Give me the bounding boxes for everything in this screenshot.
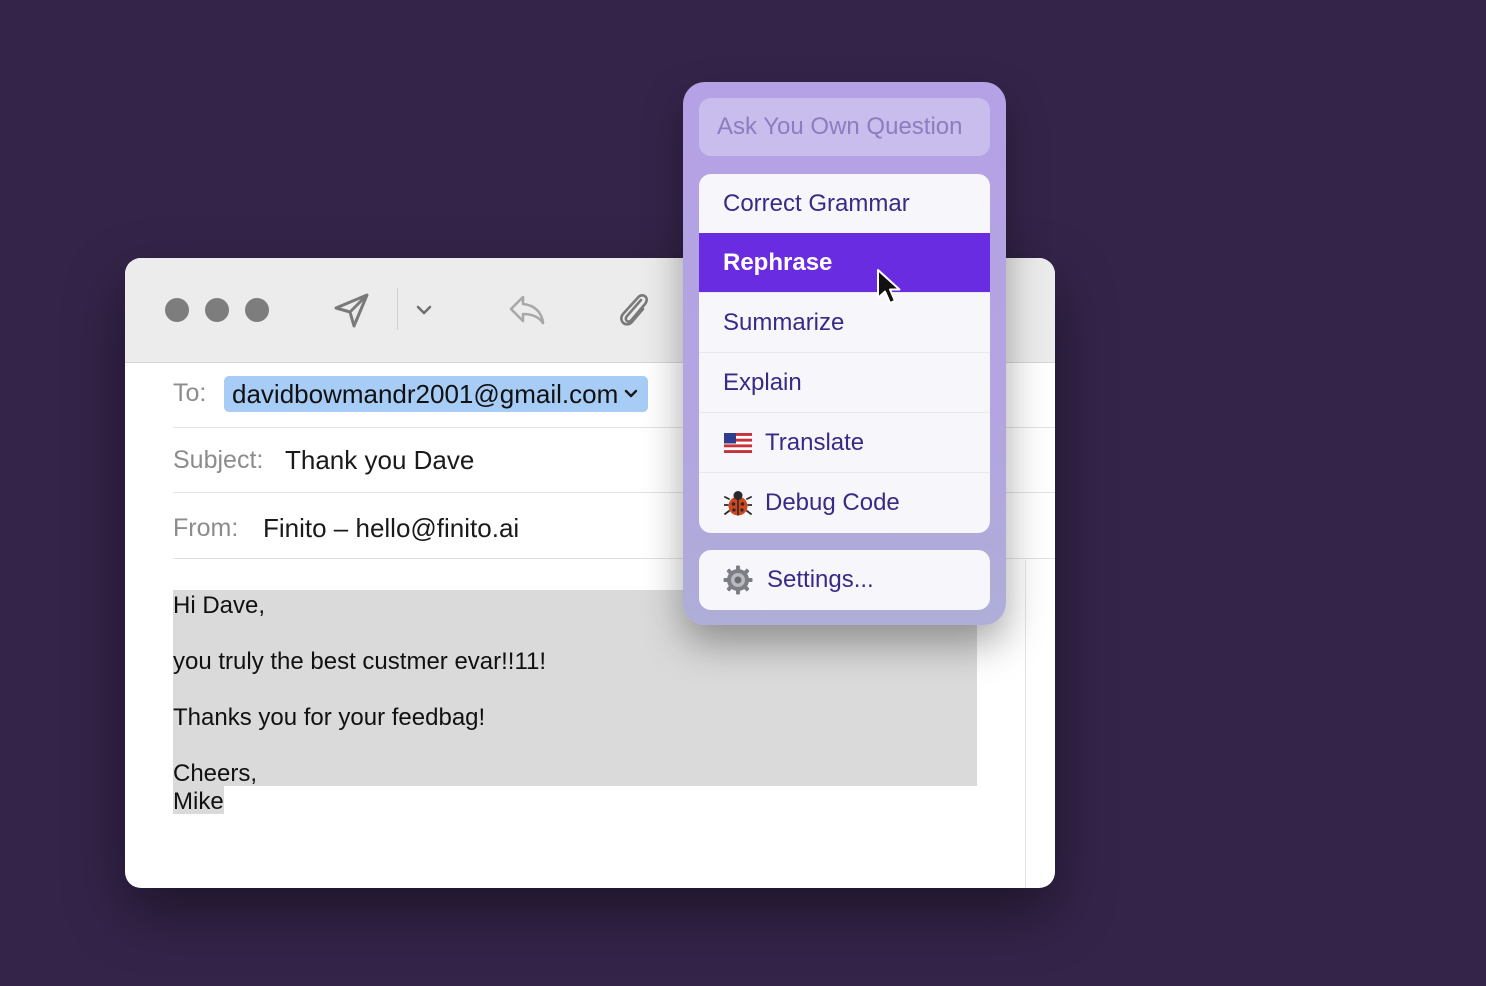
recipient-email: davidbowmandr2001@gmail.com <box>232 378 619 409</box>
menu-item-summarize[interactable]: Summarize <box>699 293 990 353</box>
window-close-button[interactable] <box>165 298 189 322</box>
body-line: Hi Dave, <box>173 592 266 619</box>
us-flag-icon <box>723 428 753 458</box>
menu-item-label: Rephrase <box>723 248 833 276</box>
body-line: you truly the best custmer evar!!11! <box>173 648 547 675</box>
chevron-down-icon[interactable] <box>624 387 638 401</box>
from-field[interactable]: Finito – hello@finito.ai <box>263 513 519 544</box>
settings-label: Settings... <box>767 566 874 593</box>
body-line: Thanks you for your feedbag! <box>173 704 486 731</box>
menu-item-label: Translate <box>765 428 865 456</box>
menu-item-correct-grammar[interactable]: Correct Grammar <box>699 174 990 234</box>
ladybug-icon <box>723 488 753 518</box>
gear-icon <box>723 565 753 595</box>
from-label: From: <box>173 514 239 542</box>
mouse-cursor-icon <box>876 268 904 308</box>
ai-assistant-popup: Correct Grammar Rephrase Summarize Expla… <box>683 82 1006 625</box>
menu-item-explain[interactable]: Explain <box>699 353 990 413</box>
menu-item-translate[interactable]: Translate <box>699 413 990 473</box>
settings-button[interactable]: Settings... <box>699 550 990 610</box>
actions-menu: Correct Grammar Rephrase Summarize Expla… <box>699 174 990 533</box>
toolbar-divider <box>397 288 398 330</box>
body-line: Cheers, <box>173 760 258 787</box>
chevron-down-icon[interactable] <box>413 296 435 324</box>
recipient-token[interactable]: davidbowmandr2001@gmail.com <box>224 376 649 412</box>
scroll-edge <box>1025 560 1026 888</box>
menu-item-rephrase[interactable]: Rephrase <box>699 233 990 293</box>
body-line: Mike <box>173 788 224 815</box>
menu-item-label: Summarize <box>723 308 845 336</box>
menu-item-label: Debug Code <box>765 489 900 516</box>
ask-question-input[interactable] <box>699 98 990 156</box>
menu-item-debug-code[interactable]: Debug Code <box>699 473 990 533</box>
window-minimize-button[interactable] <box>205 298 229 322</box>
reply-icon[interactable] <box>505 290 549 330</box>
window-zoom-button[interactable] <box>245 298 269 322</box>
menu-item-label: Correct Grammar <box>723 189 910 217</box>
paperclip-icon[interactable] <box>613 288 653 332</box>
send-icon[interactable] <box>330 288 374 332</box>
menu-item-label: Explain <box>723 368 802 396</box>
subject-label: Subject: <box>173 446 264 474</box>
subject-field[interactable]: Thank you Dave <box>285 445 474 476</box>
to-label: To: <box>173 379 207 407</box>
